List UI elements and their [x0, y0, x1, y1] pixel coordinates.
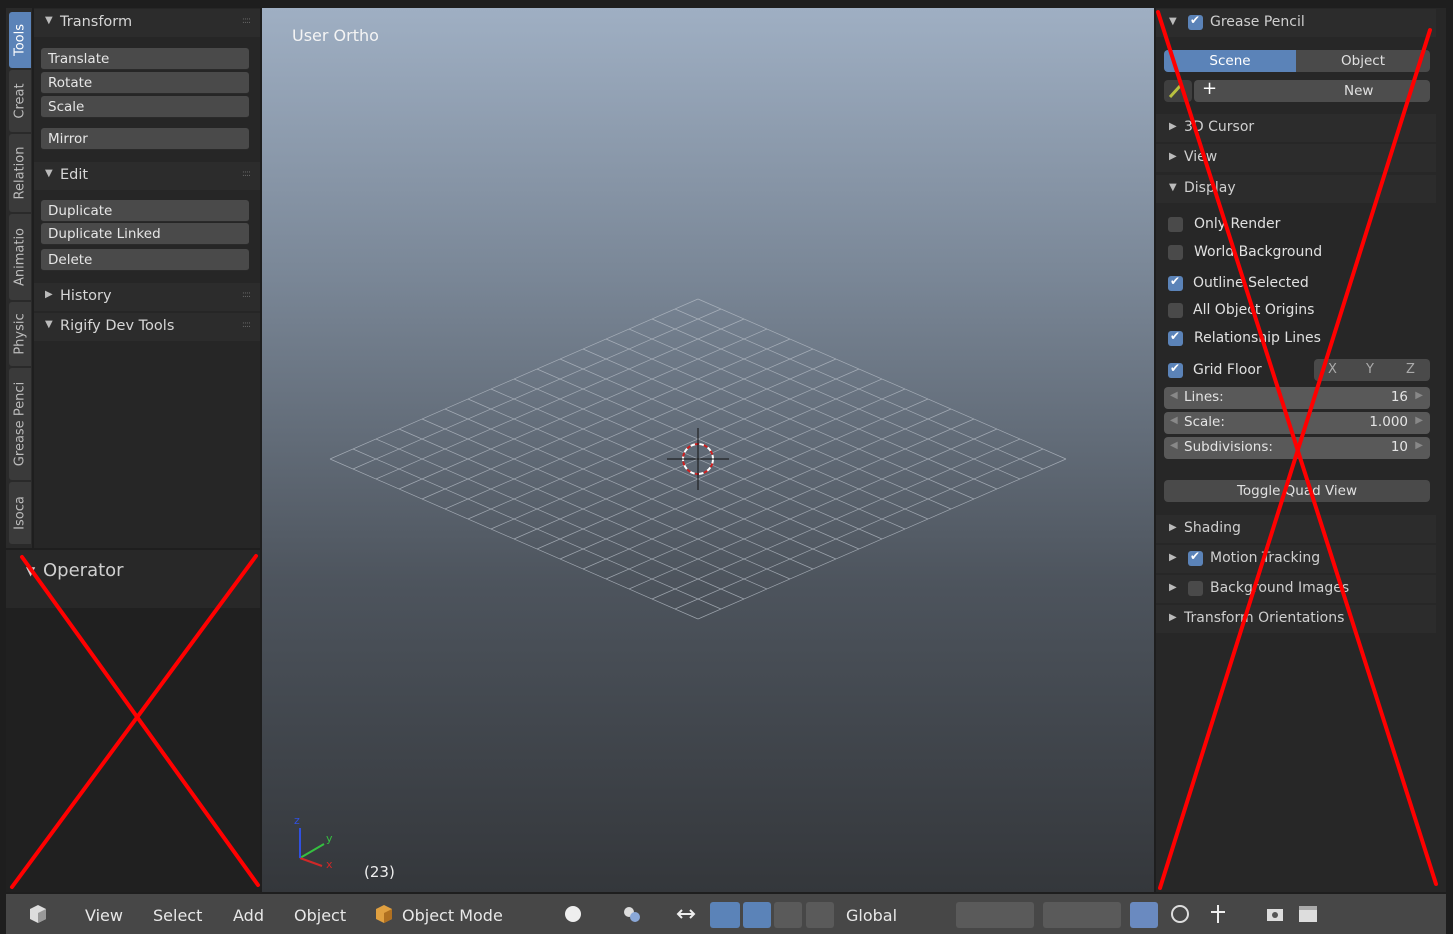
red-x-overlay: [10, 10, 1438, 890]
